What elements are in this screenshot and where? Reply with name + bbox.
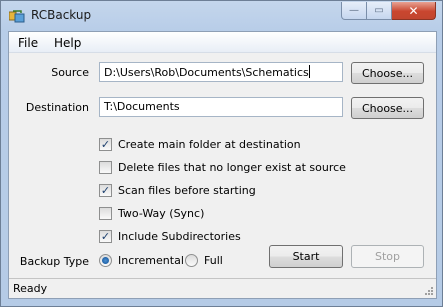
start-label: Start: [292, 250, 320, 263]
option-label: Delete files that no longer exist at sou…: [118, 161, 346, 174]
source-choose-button[interactable]: Choose...: [351, 62, 424, 84]
option-include-subdirectories[interactable]: ✓ Include Subdirectories: [99, 230, 241, 243]
radio-button-incremental[interactable]: [99, 254, 112, 267]
stop-label: Stop: [374, 250, 400, 263]
checkbox-two-way-sync[interactable]: [99, 207, 112, 220]
option-delete-missing-files[interactable]: Delete files that no longer exist at sou…: [99, 161, 346, 174]
destination-input[interactable]: T:\Documents: [99, 97, 343, 117]
status-bar: Ready: [9, 278, 436, 298]
close-icon: ✕: [408, 3, 419, 18]
source-value: D:\Users\Rob\Documents\Schematics: [104, 66, 309, 79]
option-two-way-sync[interactable]: Two-Way (Sync): [99, 207, 204, 220]
option-create-main-folder[interactable]: ✓ Create main folder at destination: [99, 138, 301, 151]
radio-selected-dot: [102, 257, 109, 264]
rcbackup-app-icon: [9, 10, 25, 23]
menu-file[interactable]: File: [18, 36, 38, 50]
client-area: File Help Source D:\Users\Rob\Documents\…: [8, 31, 437, 299]
checkbox-create-main-folder[interactable]: ✓: [99, 138, 112, 151]
check-icon: ✓: [100, 138, 111, 151]
minimize-button[interactable]: —: [341, 2, 367, 20]
backup-type-label: Backup Type: [19, 255, 89, 268]
option-label: Create main folder at destination: [118, 138, 301, 151]
maximize-icon: ▭: [374, 5, 384, 16]
radio-label-incremental: Incremental: [118, 254, 184, 267]
app-window: RCBackup — ▭ ✕ File Help Source D:\Users…: [0, 0, 443, 307]
option-label: Two-Way (Sync): [118, 207, 205, 220]
option-scan-files[interactable]: ✓ Scan files before starting: [99, 184, 256, 197]
destination-choose-label: Choose...: [361, 101, 414, 115]
resize-grip-icon[interactable]: [424, 286, 434, 296]
maximize-button[interactable]: ▭: [367, 2, 392, 20]
radio-full[interactable]: Full: [185, 254, 223, 267]
stop-button[interactable]: Stop: [351, 245, 424, 268]
start-button[interactable]: Start: [269, 245, 343, 268]
close-button[interactable]: ✕: [392, 2, 436, 20]
source-label: Source: [51, 66, 89, 79]
source-input[interactable]: D:\Users\Rob\Documents\Schematics: [99, 62, 343, 82]
destination-choose-button[interactable]: Choose...: [351, 97, 424, 119]
text-caret: [308, 65, 310, 78]
check-icon: ✓: [100, 184, 111, 197]
radio-incremental[interactable]: Incremental: [99, 254, 184, 267]
checkbox-include-subdirectories[interactable]: ✓: [99, 230, 112, 243]
minimize-icon: —: [349, 5, 359, 16]
checkbox-scan-files[interactable]: ✓: [99, 184, 112, 197]
caption-buttons: — ▭ ✕: [341, 2, 436, 20]
title-bar[interactable]: RCBackup — ▭ ✕: [1, 1, 442, 31]
radio-label-full: Full: [204, 254, 223, 267]
menu-help[interactable]: Help: [54, 36, 81, 50]
destination-value: T:\Documents: [104, 100, 180, 113]
status-text: Ready: [13, 282, 48, 295]
window-title: RCBackup: [31, 8, 92, 22]
destination-label: Destination: [25, 101, 89, 114]
source-choose-label: Choose...: [361, 66, 414, 80]
check-icon: ✓: [100, 230, 111, 243]
radio-button-full[interactable]: [185, 254, 198, 267]
checkbox-delete-missing-files[interactable]: [99, 161, 112, 174]
menu-bar: File Help: [9, 32, 436, 53]
option-label: Scan files before starting: [118, 184, 256, 197]
option-label: Include Subdirectories: [118, 230, 241, 243]
